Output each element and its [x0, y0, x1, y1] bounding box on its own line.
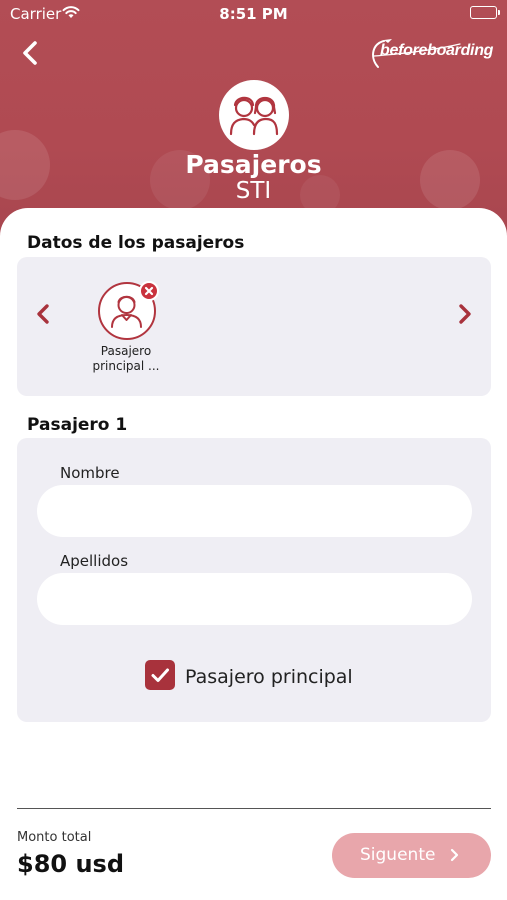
passengers-section-title: Datos de los pasajeros — [27, 233, 245, 253]
chevron-right-icon — [450, 848, 459, 862]
chevron-right-icon — [459, 304, 471, 324]
remove-passenger-button[interactable] — [139, 281, 159, 301]
brand-name: beforeboarding — [380, 42, 494, 59]
back-button[interactable] — [18, 40, 44, 66]
clock: 8:51 PM — [219, 5, 288, 23]
page-subtitle: STI — [235, 178, 272, 204]
next-button[interactable]: Siguente — [332, 833, 491, 878]
couple-icon — [229, 96, 279, 136]
passengers-avatar — [219, 80, 289, 150]
checkmark-icon — [151, 668, 169, 682]
apellidos-label: Apellidos — [60, 552, 129, 570]
page-title: Pasajeros — [185, 150, 322, 179]
close-icon — [144, 286, 154, 296]
status-bar: Carrier 8:51 PM — [0, 0, 507, 28]
principal-checkbox[interactable] — [145, 660, 175, 690]
nombre-label: Nombre — [60, 464, 120, 482]
principal-checkbox-label: Pasajero principal — [185, 666, 353, 688]
passenger-form-title: Pasajero 1 — [27, 415, 128, 435]
footer-divider — [17, 808, 491, 809]
total-label: Monto total — [17, 830, 92, 845]
brand-logo: beforeboarding — [370, 38, 495, 70]
total-amount: $80 usd — [17, 850, 125, 878]
nombre-input[interactable] — [37, 485, 472, 537]
carousel-prev-button[interactable] — [33, 302, 53, 326]
carousel-next-button[interactable] — [455, 302, 475, 326]
passengers-carousel — [17, 257, 491, 396]
passenger-label: Pasajero principal ... — [92, 344, 160, 373]
chevron-left-icon — [23, 41, 37, 65]
next-button-label: Siguente — [360, 845, 436, 865]
battery-icon — [470, 6, 500, 19]
chevron-left-icon — [37, 304, 49, 324]
apellidos-input[interactable] — [37, 573, 472, 625]
